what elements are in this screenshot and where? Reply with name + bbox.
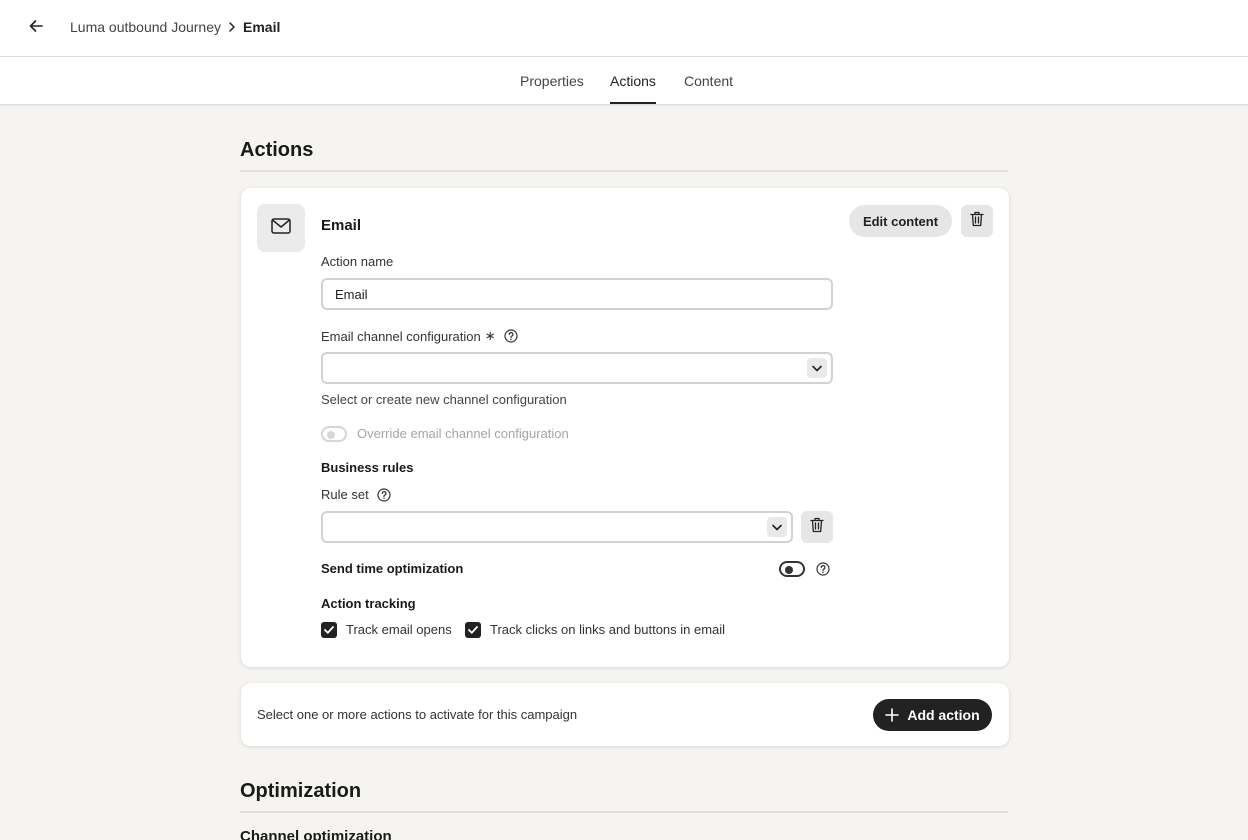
channel-config-label-text: Email channel configuration xyxy=(321,328,481,344)
required-mark: ∗ xyxy=(484,328,496,343)
rule-set-label: Rule set xyxy=(321,487,391,502)
channel-config-label: Email channel configuration ∗ xyxy=(321,328,518,344)
checkmark-icon xyxy=(468,621,478,639)
trash-icon xyxy=(970,211,984,232)
send-time-optimization-label: Send time optimization xyxy=(321,561,464,576)
tab-properties[interactable]: Properties xyxy=(520,73,584,104)
breadcrumb: Luma outbound Journey Email xyxy=(70,19,280,35)
channel-optimization-title: Channel optimization xyxy=(240,828,392,840)
chevron-right-icon xyxy=(228,22,236,32)
optimization-section-title: Optimization xyxy=(240,780,362,802)
chevron-down-icon xyxy=(767,517,787,537)
back-button[interactable] xyxy=(24,16,48,40)
section-divider xyxy=(240,811,1008,813)
add-action-button-label: Add action xyxy=(907,707,980,723)
actions-section-title: Actions xyxy=(240,139,314,161)
tab-bar: Properties Actions Content xyxy=(0,57,1248,105)
breadcrumb-parent[interactable]: Luma outbound Journey xyxy=(70,19,221,35)
plus-icon xyxy=(885,708,900,722)
rule-set-label-text: Rule set xyxy=(321,487,369,502)
track-opens-checkbox[interactable] xyxy=(321,622,337,638)
tab-content[interactable]: Content xyxy=(684,73,733,104)
trash-icon xyxy=(810,517,824,538)
tab-actions[interactable]: Actions xyxy=(610,73,656,104)
action-name-label: Action name xyxy=(321,254,393,269)
checkmark-icon xyxy=(324,621,334,639)
add-action-card: Select one or more actions to activate f… xyxy=(241,683,1009,746)
help-circle-icon[interactable] xyxy=(377,487,391,502)
action-name-input[interactable] xyxy=(321,278,833,310)
add-action-button[interactable]: Add action xyxy=(873,699,992,731)
channel-config-select[interactable] xyxy=(321,352,833,384)
help-circle-icon[interactable] xyxy=(504,329,518,343)
action-tracking-title: Action tracking xyxy=(321,596,416,611)
delete-action-button[interactable] xyxy=(961,205,993,237)
track-clicks-label: Track clicks on links and buttons in ema… xyxy=(490,622,726,637)
override-config-toggle xyxy=(321,426,347,442)
help-circle-icon[interactable] xyxy=(816,562,830,576)
card-heading: Email xyxy=(321,217,362,234)
arrow-left-icon xyxy=(28,18,44,39)
track-clicks-checkbox[interactable] xyxy=(465,622,481,638)
add-action-hint: Select one or more actions to activate f… xyxy=(257,707,578,722)
breadcrumb-current: Email xyxy=(243,19,281,35)
email-channel-tile xyxy=(257,204,305,252)
rule-set-select[interactable] xyxy=(321,511,793,543)
delete-rule-set-button[interactable] xyxy=(801,511,833,543)
top-bar: Luma outbound Journey Email xyxy=(0,0,1248,57)
section-divider xyxy=(240,170,1008,172)
toggle-knob xyxy=(785,566,793,574)
email-action-card: Email Edit content Action name Email cha… xyxy=(241,188,1009,667)
edit-content-button[interactable]: Edit content xyxy=(849,205,952,237)
toggle-knob xyxy=(327,431,335,439)
chevron-down-icon xyxy=(807,358,827,378)
send-time-optimization-toggle[interactable] xyxy=(779,561,805,577)
channel-config-helper: Select or create new channel configurati… xyxy=(321,392,567,407)
override-config-label: Override email channel configuration xyxy=(357,426,569,441)
mail-icon xyxy=(271,217,291,239)
track-opens-label: Track email opens xyxy=(346,622,452,637)
action-name-label-text: Action name xyxy=(321,254,394,269)
business-rules-title: Business rules xyxy=(321,460,414,475)
